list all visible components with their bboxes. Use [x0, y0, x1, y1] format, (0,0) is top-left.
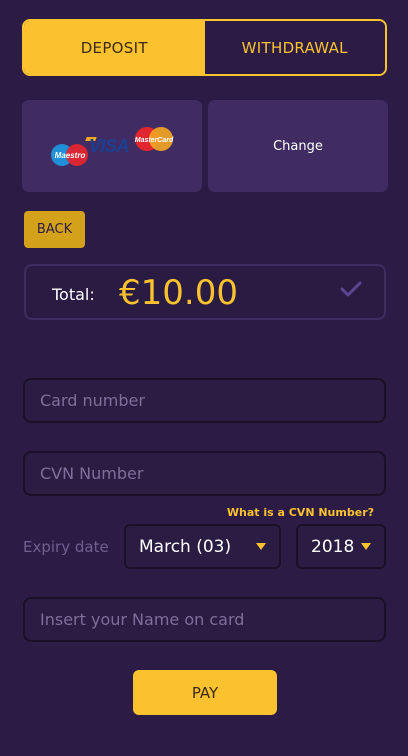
- expiry-year-value: 2018: [311, 536, 355, 557]
- card-number-field: [23, 378, 386, 423]
- change-method-button[interactable]: Change: [208, 100, 388, 192]
- total-amount: €10.00: [119, 273, 238, 313]
- cvn-help-link[interactable]: What is a CVN Number?: [227, 506, 374, 519]
- name-on-card-input[interactable]: [25, 599, 384, 640]
- change-label: Change: [273, 138, 323, 154]
- maestro-logo-icon: Maestro: [51, 144, 88, 166]
- mastercard-logo-icon: MasterCard: [135, 127, 174, 151]
- cvn-input[interactable]: [25, 453, 384, 494]
- expiry-month-value: March (03): [139, 536, 232, 557]
- cvn-field: [23, 451, 386, 496]
- dropdown-caret-icon: [256, 543, 266, 550]
- expiry-date-label: Expiry date: [23, 538, 109, 556]
- card-number-input[interactable]: [25, 380, 384, 421]
- expiry-month-select[interactable]: March (03): [124, 524, 281, 569]
- visa-logo-icon: VISA: [89, 136, 130, 156]
- tab-withdrawal[interactable]: WITHDRAWAL: [204, 21, 385, 74]
- pay-button[interactable]: PAY: [133, 670, 277, 715]
- check-icon: [340, 281, 362, 297]
- expiry-year-select[interactable]: 2018: [296, 524, 386, 569]
- total-summary: Total: €10.00: [24, 264, 386, 320]
- deposit-withdrawal-tabs: DEPOSIT WITHDRAWAL: [22, 19, 387, 76]
- payment-method-card[interactable]: Maestro VISA MasterCard: [22, 100, 202, 192]
- name-on-card-field: [23, 597, 386, 642]
- svg-text:MasterCard: MasterCard: [135, 137, 174, 144]
- svg-text:Maestro: Maestro: [55, 151, 86, 160]
- back-button[interactable]: BACK: [24, 211, 85, 248]
- tab-deposit[interactable]: DEPOSIT: [24, 21, 205, 74]
- total-label: Total:: [52, 285, 95, 304]
- dropdown-caret-icon: [361, 543, 371, 550]
